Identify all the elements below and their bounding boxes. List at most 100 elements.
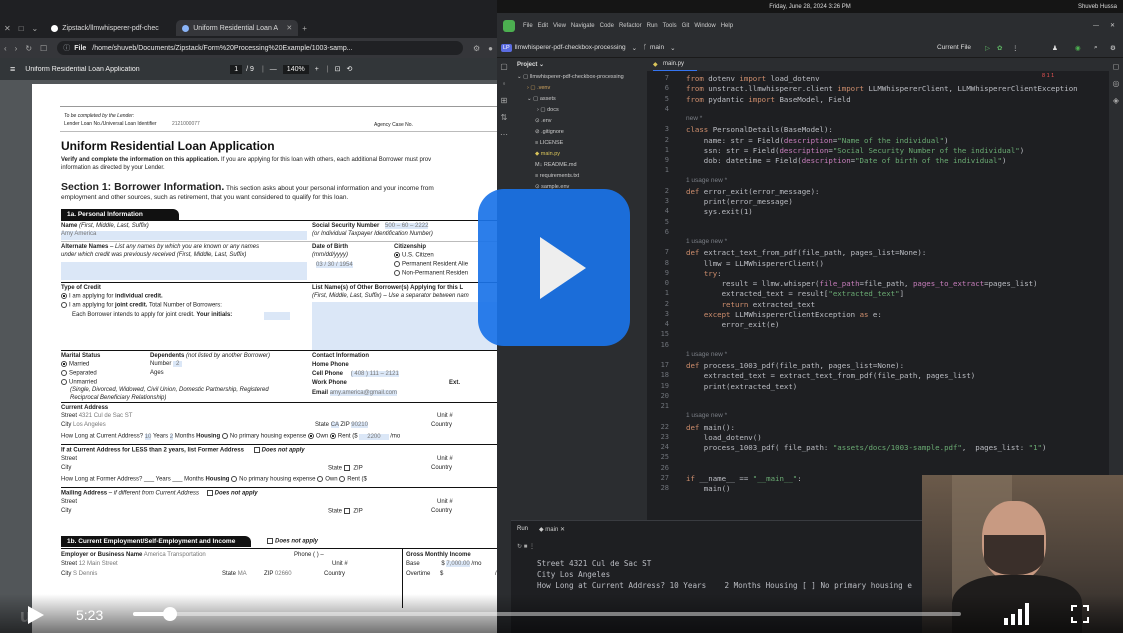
former-no-housing-radio[interactable] bbox=[231, 476, 238, 482]
employer-field[interactable]: America Transportation bbox=[144, 552, 206, 558]
run-icon[interactable]: ▷ bbox=[985, 44, 990, 52]
more-icon[interactable]: ⋯ bbox=[497, 130, 511, 139]
rent-field[interactable]: 2200 bbox=[359, 433, 389, 440]
mailing-not-apply-checkbox[interactable] bbox=[206, 490, 213, 496]
zoom-out-button[interactable]: — bbox=[270, 66, 277, 73]
rerun-icon[interactable]: ↻ ■ ⋮ bbox=[517, 543, 535, 550]
rent-radio[interactable] bbox=[329, 433, 336, 439]
code-area[interactable]: 7 from dotenv import load_dotenv 6 from uns… bbox=[647, 72, 1109, 520]
tree-env[interactable]: ⊙ .env bbox=[535, 118, 552, 124]
tree-license[interactable]: ≡ LICENSE bbox=[535, 140, 563, 146]
tab-close-icon[interactable]: ✕ bbox=[286, 24, 292, 32]
pull-request-icon[interactable]: ⇅ bbox=[497, 113, 511, 122]
bookmark-icon[interactable]: ☐ bbox=[36, 44, 51, 53]
back-icon[interactable]: ‹ bbox=[0, 44, 11, 53]
name-field[interactable]: Amy America bbox=[61, 231, 307, 240]
menu-window[interactable]: Window bbox=[694, 23, 715, 29]
citizen-radio[interactable] bbox=[394, 252, 400, 258]
street-field[interactable]: 4321 Cul de Sac ST bbox=[79, 413, 133, 419]
own-radio[interactable] bbox=[307, 433, 314, 439]
menu-refactor[interactable]: Refactor bbox=[619, 23, 642, 29]
non-perm-resident-radio[interactable] bbox=[394, 270, 400, 276]
former-not-apply-checkbox[interactable] bbox=[253, 447, 260, 453]
fullscreen-icon[interactable] bbox=[1071, 605, 1089, 628]
page-number-input[interactable]: 1 bbox=[230, 64, 243, 74]
search-icon[interactable]: ⌕ bbox=[1094, 44, 1098, 52]
menu-navigate[interactable]: Navigate bbox=[571, 23, 595, 29]
zip-field[interactable]: 90210 bbox=[351, 422, 368, 428]
notifications-icon[interactable]: ◻ bbox=[1109, 62, 1123, 71]
former-rent-radio[interactable] bbox=[339, 476, 346, 482]
tree-docs[interactable]: › ▢ docs bbox=[537, 107, 559, 113]
branch-selector[interactable]: main bbox=[650, 44, 664, 51]
reload-icon[interactable]: ↻ bbox=[21, 44, 36, 53]
extensions-icon[interactable]: ⚙ bbox=[469, 44, 484, 53]
fit-page-icon[interactable]: ⊡ bbox=[335, 65, 341, 73]
former-own-radio[interactable] bbox=[317, 476, 324, 482]
ai-assistant-icon[interactable]: ◉ bbox=[1075, 44, 1081, 52]
joint-credit-radio[interactable] bbox=[61, 302, 67, 308]
tree-venv[interactable]: › ▢ .venv bbox=[527, 85, 550, 91]
forward-icon[interactable]: › bbox=[11, 44, 22, 53]
play-overlay-button[interactable] bbox=[478, 189, 630, 346]
other-borrowers-field[interactable] bbox=[312, 302, 497, 350]
menu-edit[interactable]: Edit bbox=[538, 23, 548, 29]
alternate-names-field[interactable] bbox=[61, 262, 307, 280]
menu-view[interactable]: View bbox=[553, 23, 566, 29]
employer-city-field[interactable]: S Dennis bbox=[73, 571, 97, 577]
months-field[interactable]: 2 bbox=[169, 433, 174, 440]
add-user-icon[interactable]: ♟ bbox=[1052, 44, 1058, 52]
commit-icon[interactable]: ◦ bbox=[497, 79, 511, 88]
email-field[interactable]: amy.america@gmail.com bbox=[329, 390, 398, 396]
settings-icon[interactable]: ⚙ bbox=[1110, 44, 1116, 52]
tree-main-py[interactable]: ◆ main.py bbox=[535, 151, 560, 157]
menu-git[interactable]: Git bbox=[682, 23, 690, 29]
chevron-down-icon[interactable]: ⌄ bbox=[28, 24, 43, 33]
menu-file[interactable]: File bbox=[523, 23, 533, 29]
initials-field[interactable] bbox=[264, 312, 290, 320]
project-selector[interactable]: llmwhisperer-pdf-checkbox-processing bbox=[515, 44, 626, 51]
run-config-selector[interactable]: Current File bbox=[937, 44, 971, 51]
minimize-window-icon[interactable]: — bbox=[1093, 23, 1099, 29]
url-input[interactable]: ⓘ File /home/shuveb/Documents/Zipstack/F… bbox=[57, 41, 463, 55]
unmarried-radio[interactable] bbox=[61, 379, 67, 385]
menu-help[interactable]: Help bbox=[721, 23, 733, 29]
zoom-input[interactable]: 140% bbox=[282, 64, 309, 74]
tree-readme[interactable]: M↓ README.md bbox=[535, 162, 577, 168]
volume-icon[interactable] bbox=[1003, 602, 1031, 631]
menu-code[interactable]: Code bbox=[600, 23, 614, 29]
more-icon[interactable]: ⋮ bbox=[1012, 44, 1019, 52]
run-tab[interactable]: Run bbox=[517, 526, 528, 532]
debug-icon[interactable]: ✿ bbox=[997, 44, 1002, 52]
employer-street-field[interactable]: 12 Main Street bbox=[79, 561, 118, 567]
profile-icon[interactable]: ● bbox=[484, 44, 497, 53]
ssn-field[interactable]: 500 – 60 – 2222 bbox=[385, 223, 429, 229]
perm-resident-radio[interactable] bbox=[394, 261, 400, 267]
new-tab-icon[interactable]: + bbox=[298, 24, 311, 33]
base-income-field[interactable]: 7,000.00 bbox=[446, 561, 470, 567]
separated-radio[interactable] bbox=[61, 370, 67, 376]
menu-icon[interactable]: ≡ bbox=[0, 64, 25, 74]
rotate-icon[interactable]: ⟲ bbox=[347, 65, 353, 73]
tab-main-py[interactable]: main.py bbox=[663, 61, 684, 67]
no-housing-radio[interactable] bbox=[221, 433, 228, 439]
tree-root[interactable]: ⌄ ▢ llmwhisperer-pdf-checkbox-processing bbox=[517, 74, 624, 80]
structure-icon[interactable]: ⊞ bbox=[497, 96, 511, 105]
tree-assets[interactable]: ⌄ ▢ assets bbox=[527, 96, 556, 102]
browser-tab-pdf[interactable]: Uniform Residential Loan A ✕ bbox=[176, 20, 299, 36]
folder-icon[interactable]: ▢ bbox=[497, 62, 511, 71]
close-icon[interactable]: ✕ bbox=[0, 24, 15, 33]
city-field[interactable]: Los Angeles bbox=[73, 422, 106, 428]
individual-credit-radio[interactable] bbox=[61, 293, 67, 299]
minimize-icon[interactable]: □ bbox=[15, 24, 28, 33]
tree-gitignore[interactable]: ⊘ .gitignore bbox=[535, 129, 564, 135]
state-select[interactable]: CA bbox=[330, 422, 339, 428]
years-field[interactable]: 10 bbox=[144, 433, 152, 440]
assistant-icon[interactable]: ◈ bbox=[1109, 96, 1123, 105]
dob-field[interactable]: 03 / 30 / 1954 bbox=[316, 262, 353, 268]
close-window-icon[interactable]: ✕ bbox=[1110, 22, 1115, 29]
menu-tools[interactable]: Tools bbox=[663, 23, 677, 29]
play-button[interactable] bbox=[27, 605, 45, 630]
progress-track[interactable] bbox=[133, 612, 961, 616]
run-config-tab[interactable]: ◆ main ✕ bbox=[539, 526, 565, 533]
